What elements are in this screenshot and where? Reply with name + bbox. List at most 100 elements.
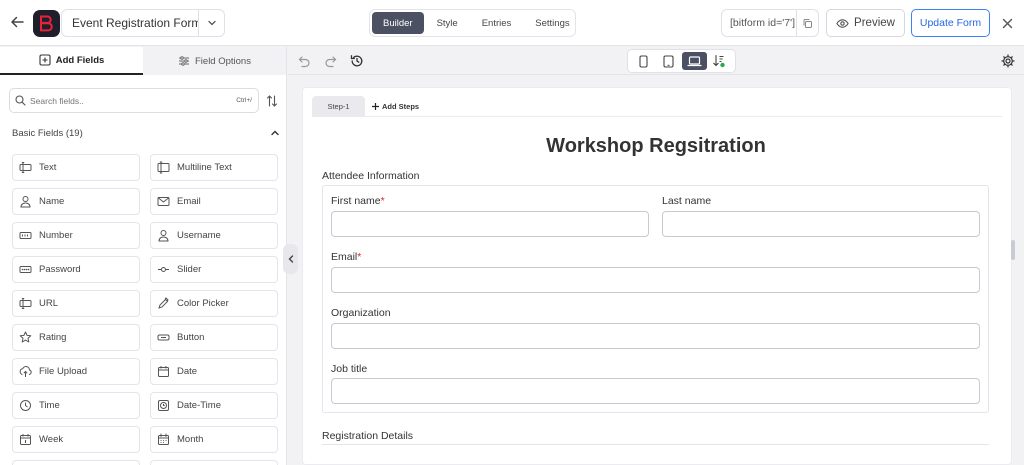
field-item-email[interactable]: Email [150, 188, 278, 215]
button-icon [157, 334, 170, 341]
search-shortcut: Ctrl+/ [236, 97, 252, 104]
collapse-panel-button[interactable] [283, 244, 298, 274]
plus-icon [372, 102, 379, 110]
history-button[interactable] [349, 53, 365, 69]
form-name: Event Registration Form [72, 16, 198, 30]
attendee-section[interactable]: First name* Last name Email* Organizatio… [322, 185, 989, 413]
chevron-up-icon [271, 130, 279, 136]
field-item-number[interactable]: Number [12, 222, 140, 249]
field-item-rating[interactable]: Rating [12, 324, 140, 351]
preview-button[interactable]: Preview [826, 9, 905, 37]
app-logo [33, 10, 60, 37]
field-item-username[interactable]: Username [150, 222, 278, 249]
tab-style[interactable]: Style [426, 12, 469, 34]
last-name-input[interactable] [662, 211, 980, 237]
field-item-label: Rating [39, 332, 67, 343]
field-item-label: Name [39, 196, 65, 207]
email-input[interactable] [331, 267, 980, 293]
sort-fields-button[interactable] [264, 92, 280, 110]
add-steps-button[interactable]: Add Steps [371, 102, 419, 111]
field-item-label: Slider [177, 264, 202, 275]
field-item-month[interactable]: Month [150, 426, 278, 453]
field-item-multiline-text[interactable]: Multiline Text [150, 154, 278, 181]
required-marker: * [357, 251, 362, 263]
field-item-partial[interactable] [150, 460, 278, 465]
field-item-url[interactable]: URL [12, 290, 140, 317]
builder-toolbar [288, 47, 1024, 75]
left-panel: Add Fields Field Options Ctrl+/ Basic Fi… [0, 47, 287, 465]
tab-add-fields-label: Add Fields [55, 54, 105, 66]
field-item-time[interactable]: Time [12, 392, 140, 419]
device-custom-button[interactable] [707, 52, 732, 70]
field-item-date-time[interactable]: Date-Time [150, 392, 278, 419]
date-time-icon [158, 400, 169, 411]
builder-settings-button[interactable] [1000, 53, 1016, 69]
slider-icon [158, 267, 169, 272]
tab-field-options[interactable]: Field Options [143, 47, 286, 75]
field-item-label: File Upload [39, 366, 88, 377]
gear-icon [1001, 54, 1015, 68]
field-item-week[interactable]: Week [12, 426, 140, 453]
field-item-label: Date-Time [177, 400, 221, 411]
shortcode-text: [bitform id='7'] [730, 17, 795, 29]
field-item-slider[interactable]: Slider [150, 256, 278, 283]
sort-icon [266, 95, 278, 107]
download-sort-icon [713, 54, 726, 68]
field-item-name[interactable]: Name [12, 188, 140, 215]
copy-icon [803, 18, 812, 28]
back-button[interactable] [6, 11, 28, 33]
last-name-label: Last name [662, 195, 711, 207]
field-item-partial[interactable] [12, 460, 140, 465]
month-calendar-icon [158, 433, 169, 445]
tab-entries[interactable]: Entries [471, 12, 523, 34]
url-icon [19, 298, 32, 309]
redo-button[interactable] [322, 53, 338, 69]
field-item-file-upload[interactable]: File Upload [12, 358, 140, 385]
search-input[interactable] [26, 95, 237, 106]
field-item-label: Month [177, 434, 204, 445]
step-tab-1[interactable]: Step-1 [312, 95, 365, 117]
field-item-date[interactable]: Date [150, 358, 278, 385]
basic-fields-group-header[interactable]: Basic Fields (19) [12, 125, 280, 141]
close-button[interactable] [997, 13, 1017, 33]
field-item-button[interactable]: Button [150, 324, 278, 351]
laptop-icon [687, 55, 702, 66]
device-mobile-button[interactable] [631, 52, 656, 70]
field-item-label: Username [177, 230, 221, 241]
email-label-text: Email [331, 251, 358, 263]
field-item-label: URL [39, 298, 59, 309]
section-title-registration: Registration Details [322, 430, 414, 442]
tab-add-fields[interactable]: Add Fields [0, 47, 143, 75]
add-square-icon [39, 54, 51, 66]
first-name-input[interactable] [331, 211, 649, 237]
bitform-logo-icon [40, 15, 53, 32]
device-tablet-button[interactable] [656, 52, 681, 70]
first-name-label-text: First name [331, 195, 381, 207]
organization-label: Organization [331, 307, 391, 319]
tab-builder[interactable]: Builder [372, 12, 424, 34]
undo-icon [298, 55, 310, 67]
undo-button[interactable] [296, 53, 312, 69]
field-item-color-picker[interactable]: Color Picker [150, 290, 278, 317]
field-item-text[interactable]: Text [12, 154, 140, 181]
canvas-resize-handle[interactable] [1011, 240, 1015, 260]
organization-input[interactable] [331, 323, 980, 349]
form-selector-toggle[interactable] [198, 10, 224, 36]
device-desktop-button[interactable] [681, 52, 707, 70]
job-title-input[interactable] [331, 378, 980, 404]
copy-shortcode-button[interactable] [796, 10, 818, 36]
registration-section[interactable] [322, 444, 989, 464]
field-grid: Text Multiline Text Name Email Number Us… [12, 154, 278, 465]
tab-field-options-label: Field Options [195, 55, 251, 67]
field-item-label: Text [39, 162, 57, 173]
chevron-left-icon [288, 255, 293, 263]
envelope-icon [157, 197, 170, 206]
field-item-password[interactable]: Password [12, 256, 140, 283]
field-item-label: Number [39, 230, 73, 241]
color-picker-icon [158, 297, 169, 309]
field-item-label: Multiline Text [177, 162, 232, 173]
tab-settings[interactable]: Settings [524, 12, 580, 34]
form-selector[interactable]: Event Registration Form [61, 9, 225, 37]
update-form-button[interactable]: Update Form [911, 9, 990, 37]
week-calendar-icon [20, 434, 31, 445]
